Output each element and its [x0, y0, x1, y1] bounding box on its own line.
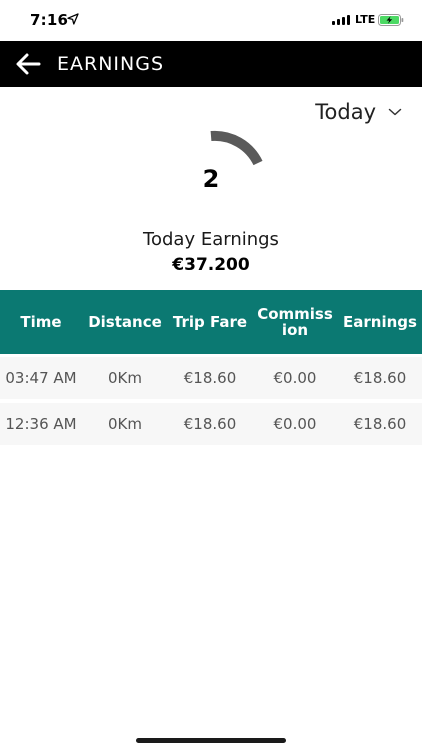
- period-dropdown[interactable]: Today: [315, 97, 402, 127]
- network-type: LTE: [355, 13, 376, 26]
- earnings-total: €37.200: [172, 255, 250, 275]
- battery-charging-icon: [378, 14, 404, 26]
- period-selected-value: Today: [315, 100, 376, 124]
- header-distance: Distance: [88, 313, 162, 331]
- cell-commission: €0.00: [273, 415, 317, 433]
- cell-trip-fare: €18.60: [183, 415, 237, 433]
- status-bar: 7:16 LTE: [0, 0, 422, 40]
- cell-earnings: €18.60: [353, 415, 407, 433]
- location-arrow-icon: [67, 13, 79, 25]
- table-header: Time Distance Trip Fare Commiss ion Earn…: [0, 290, 422, 354]
- header-time: Time: [20, 313, 62, 331]
- app-bar: EARNINGS: [0, 41, 422, 87]
- signal-icon: [332, 15, 350, 25]
- chevron-down-icon: [388, 108, 402, 116]
- page-title: EARNINGS: [57, 53, 165, 75]
- table-row: 03:47 AM 0Km €18.60 €0.00 €18.60: [0, 357, 422, 399]
- cell-time: 03:47 AM: [5, 369, 77, 387]
- header-commission: Commiss ion: [252, 290, 338, 354]
- header-trip-fare: Trip Fare: [172, 313, 248, 331]
- header-commission-line1: Commiss: [257, 305, 333, 323]
- gauge-arc: [210, 130, 263, 166]
- cell-commission: €0.00: [273, 369, 317, 387]
- arrow-left-icon[interactable]: [15, 52, 41, 76]
- table-row: 12:36 AM 0Km €18.60 €0.00 €18.60: [0, 403, 422, 445]
- cell-distance: 0Km: [108, 369, 142, 387]
- trip-count: 2: [202, 165, 220, 193]
- header-earnings: Earnings: [343, 313, 417, 331]
- cell-trip-fare: €18.60: [183, 369, 237, 387]
- cell-earnings: €18.60: [353, 369, 407, 387]
- cell-time: 12:36 AM: [5, 415, 77, 433]
- home-indicator[interactable]: [136, 738, 286, 743]
- earnings-label: Today Earnings: [143, 229, 279, 250]
- cell-distance: 0Km: [108, 415, 142, 433]
- status-time: 7:16: [30, 11, 69, 29]
- header-commission-line2: ion: [281, 321, 309, 339]
